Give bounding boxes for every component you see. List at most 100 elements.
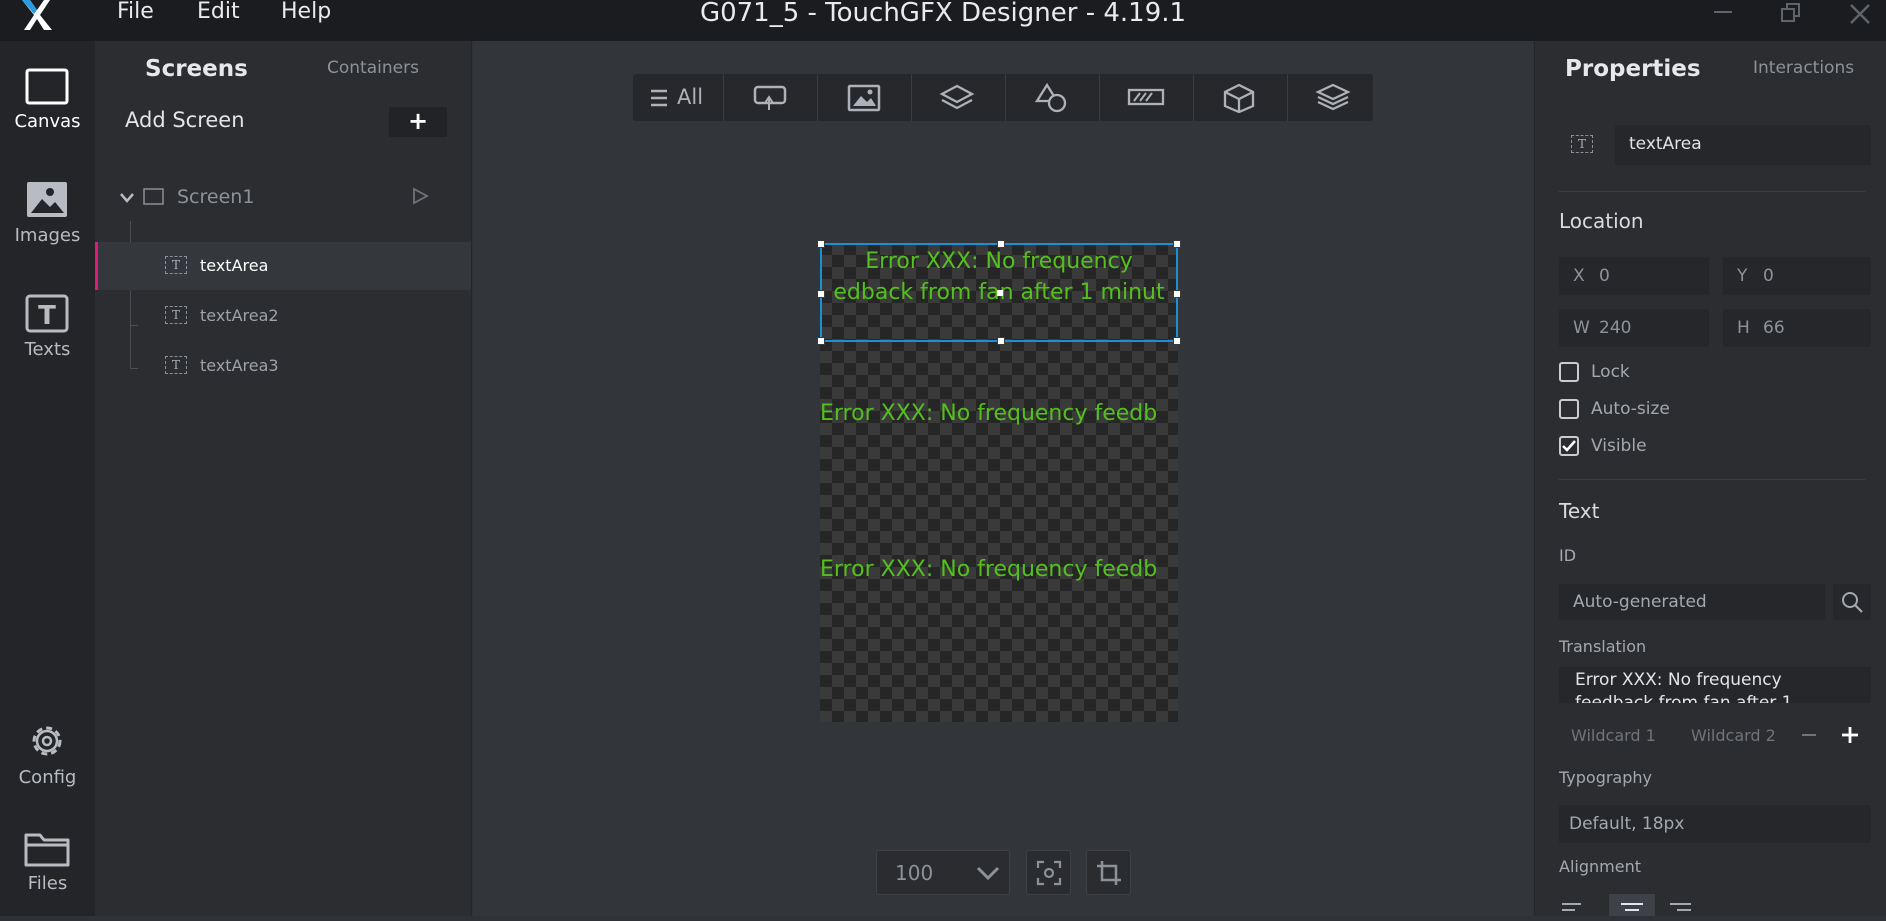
rail-label-canvas: Canvas [14, 111, 81, 132]
filter-images-button[interactable] [819, 74, 912, 121]
lock-checkbox[interactable] [1559, 362, 1579, 382]
id-search-button[interactable] [1833, 584, 1871, 620]
touchgfx-logo-icon [22, 0, 52, 30]
remove-wildcard-icon[interactable] [1799, 725, 1819, 745]
align-right-button[interactable] [1659, 894, 1705, 916]
tab-containers[interactable]: Containers [327, 58, 419, 78]
canvas-textarea2[interactable]: Error XXX: No frequency feedb [820, 398, 1178, 429]
filter-stack-button[interactable] [1289, 74, 1373, 121]
y-input[interactable]: Y 0 [1723, 257, 1871, 295]
filter-all-button[interactable]: All [633, 74, 724, 121]
canvas-textarea-line1: Error XXX: No frequency [865, 249, 1133, 274]
autosize-checkbox[interactable] [1559, 399, 1579, 419]
text-area-icon: T [165, 256, 187, 274]
close-icon [1850, 4, 1870, 24]
text-icon: T [25, 294, 69, 333]
chevron-down-icon [976, 866, 1000, 881]
rail-label-images: Images [14, 225, 81, 246]
wildcard2-label[interactable]: Wildcard 2 [1691, 726, 1776, 745]
stack-icon [1315, 83, 1351, 111]
restore-button[interactable] [1770, 0, 1810, 28]
x-label: X [1573, 266, 1585, 286]
image-icon [847, 84, 881, 112]
rail-item-texts[interactable]: T Texts [0, 287, 95, 387]
tab-interactions[interactable]: Interactions [1753, 58, 1854, 78]
w-value: 240 [1599, 318, 1632, 338]
focus-icon [1036, 860, 1062, 886]
rail-label-texts: Texts [24, 339, 71, 360]
chevron-down-icon[interactable] [119, 192, 135, 204]
play-icon[interactable] [410, 186, 430, 206]
typography-label: Typography [1559, 768, 1652, 787]
tree-row-textarea3[interactable]: T textArea3 [95, 342, 471, 390]
canvas-textarea[interactable]: Error XXX: No frequency edback from fan … [820, 246, 1178, 340]
translation-input[interactable]: Error XXX: No frequency feedback from fa… [1559, 667, 1871, 703]
minimize-icon [1714, 11, 1732, 13]
y-label: Y [1737, 266, 1748, 286]
menu-help[interactable]: Help [281, 0, 331, 24]
tree-row-textarea[interactable]: T textArea [95, 242, 471, 290]
typography-value: Default, 18px [1569, 814, 1685, 834]
close-button[interactable] [1838, 0, 1878, 28]
tree-label-textarea3: textArea3 [200, 356, 279, 375]
text-area-icon: T [1571, 135, 1593, 153]
rail-label-files: Files [27, 873, 68, 894]
id-input[interactable]: Auto-generated [1559, 584, 1825, 620]
crop-button[interactable] [1086, 850, 1131, 895]
y-value: 0 [1763, 266, 1774, 286]
progress-bar-icon [1127, 88, 1165, 106]
menu-edit[interactable]: Edit [197, 0, 240, 24]
w-label: W [1573, 318, 1590, 338]
tree-row-screen1[interactable]: Screen1 [95, 173, 471, 221]
filter-containers-button[interactable] [913, 74, 1006, 121]
align-center-button[interactable] [1609, 894, 1655, 916]
screen-icon [143, 188, 164, 205]
height-input[interactable]: H 66 [1723, 309, 1871, 347]
canvas-textarea3[interactable]: Error XXX: No frequency feedb [820, 554, 1178, 585]
id-label: ID [1559, 546, 1577, 565]
touch-button-icon [753, 85, 787, 110]
rail-item-images[interactable]: Images [0, 173, 95, 273]
align-right-icon [1670, 903, 1691, 911]
image-icon [27, 182, 67, 217]
tree-row-textarea2[interactable]: T textArea2 [95, 292, 471, 340]
shapes-icon [1034, 83, 1067, 113]
filter-progress-button[interactable] [1101, 74, 1194, 121]
canvas-icon [25, 68, 69, 105]
rail-item-config[interactable]: Config [0, 715, 95, 815]
width-input[interactable]: W 240 [1559, 309, 1709, 347]
align-left-button[interactable] [1559, 894, 1605, 916]
x-input[interactable]: X 0 [1559, 257, 1709, 295]
rail-item-files[interactable]: Files [0, 821, 95, 921]
zoom-to-fit-button[interactable] [1026, 850, 1071, 895]
menu-file[interactable]: File [117, 0, 154, 24]
title-bar: File Edit Help G071_5 - TouchGFX Designe… [0, 0, 1886, 41]
screens-panel: Screens Containers Add Screen + Screen1 … [95, 41, 472, 916]
tab-properties[interactable]: Properties [1565, 56, 1701, 82]
align-center-icon [1621, 903, 1643, 911]
filter-shapes-button[interactable] [1007, 74, 1100, 121]
minimize-button[interactable] [1702, 0, 1742, 28]
alignment-label: Alignment [1559, 857, 1641, 876]
add-screen-button[interactable]: + [389, 107, 447, 137]
filter-controls-button[interactable] [725, 74, 818, 121]
widget-name-input[interactable]: textArea [1615, 125, 1871, 165]
visible-checkbox[interactable] [1559, 436, 1579, 456]
tree-label-textarea: textArea [200, 256, 269, 275]
filter-3d-button[interactable] [1195, 74, 1288, 121]
tab-screens[interactable]: Screens [145, 56, 248, 82]
rail-label-config: Config [18, 767, 77, 788]
tree-label-screen1: Screen1 [177, 186, 255, 208]
tree-label-textarea2: textArea2 [200, 306, 279, 325]
translation-line1: Error XXX: No frequency [1575, 670, 1782, 690]
canvas-area: All Error XXX: No frequency edback from … [473, 41, 1533, 916]
add-wildcard-icon[interactable] [1839, 724, 1861, 746]
folder-icon [24, 833, 70, 867]
rail-item-canvas[interactable]: Canvas [0, 59, 95, 159]
lock-label: Lock [1591, 362, 1630, 382]
wildcard1-label[interactable]: Wildcard 1 [1571, 726, 1656, 745]
typography-select[interactable]: Default, 18px [1559, 805, 1871, 843]
zoom-select[interactable]: 100 [876, 850, 1010, 895]
text-section-title: Text [1559, 499, 1600, 523]
screen-canvas[interactable]: Error XXX: No frequency edback from fan … [820, 243, 1178, 722]
